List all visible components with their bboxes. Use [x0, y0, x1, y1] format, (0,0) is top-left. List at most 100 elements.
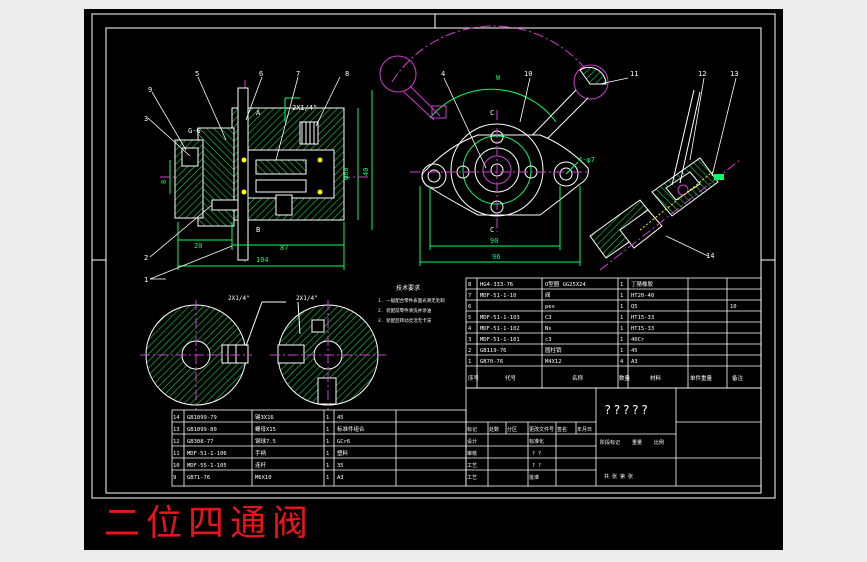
drawing-title: 二位四通阀: [104, 503, 315, 544]
bom-row-qty: 1: [620, 315, 623, 321]
bom-row-name: 钢球7.5: [255, 437, 276, 445]
bom-row-code: GB71-76: [187, 475, 210, 481]
tb-label-stage: 阶段标记: [600, 439, 620, 446]
bom-row-qty: 1: [326, 427, 329, 433]
tb-sheet: 共 张 第 张: [604, 473, 633, 480]
bom-row-qty: 1: [620, 326, 623, 332]
bom-row-mat: 40Cr: [631, 337, 645, 343]
tb-label-sign: 签名: [557, 426, 567, 433]
bom-row-qty: 1: [326, 475, 329, 481]
cad-drawing-sheet: G-G 2X1/4" 20 87 104 φ60 40 8 A B 90 96 …: [84, 9, 783, 550]
bom-row-mat: 塑料: [337, 449, 349, 457]
balloon-6: 6: [259, 70, 263, 78]
bom-row-name: 圆柱销: [545, 346, 562, 354]
bom-header-code: 代号: [505, 374, 517, 382]
bom-row-name: 阀: [545, 291, 551, 299]
bom-row-code: MDF-51-1-102: [480, 326, 520, 332]
bom-header-mat: 材料: [650, 374, 662, 382]
bom-row-mat: HT20-40: [631, 293, 654, 299]
bom-row-qty: 1: [326, 451, 329, 457]
bom-row-no: 13: [173, 427, 180, 433]
balloon-12: 12: [698, 70, 706, 78]
bom-row-name: C3: [545, 315, 552, 321]
bom-row-no: 11: [173, 451, 180, 457]
bom-row-qty: 1: [326, 415, 329, 421]
label-oil-port: G-G: [188, 127, 201, 135]
bom-header-remark: 备注: [732, 374, 744, 382]
bom-row-code: MDF-51-1-103: [480, 315, 520, 321]
tb-label-count: 处数: [489, 426, 499, 433]
notes-line-3: 3. 装配后转动灵活无卡滞: [378, 317, 432, 324]
balloon-8: 8: [345, 70, 349, 78]
bom-row-no: 10: [173, 463, 180, 469]
label-thread-right: 2X1/4": [296, 295, 318, 302]
bom-header-name: 名称: [572, 374, 584, 382]
dim-90: 90: [490, 237, 498, 245]
bom-row-qty: 1: [620, 337, 623, 343]
tb-label-process: 工艺: [467, 463, 477, 469]
balloon-5: 5: [195, 70, 199, 78]
bom-row-no: 7: [468, 293, 471, 299]
tb-qmarks-2: ? ?: [532, 463, 541, 469]
bom-row-code: MDF-51-1-101: [480, 337, 520, 343]
bom-row-mat: 45: [337, 415, 344, 421]
bom-row-no: 5: [468, 315, 471, 321]
bom-row-name: c3: [545, 337, 552, 343]
label-thread: 2X1/4": [292, 104, 317, 112]
bom-row-name: 螺母X15: [255, 425, 276, 433]
bom-row-no: 8: [468, 282, 471, 288]
balloon-7: 7: [296, 70, 300, 78]
bom-row-mat: HT15-33: [631, 315, 654, 321]
bom-row-name: 键3X16: [255, 413, 274, 421]
bom-row-qty: 1: [620, 293, 623, 299]
balloon-4: 4: [441, 70, 445, 78]
bom-row-code: MDF-55-1-105: [187, 463, 227, 469]
bom-row-mat: HT15-33: [631, 326, 654, 332]
tb-label-zone: 分区: [507, 426, 517, 433]
dim-8: 8: [160, 180, 168, 184]
bom-row-mat: 丁腈橡胶: [631, 280, 654, 288]
bom-row-no: 14: [173, 415, 180, 421]
bom-row-code: GB119-76: [480, 348, 507, 354]
dim-40: 40: [362, 168, 370, 176]
bom-row-code: MDF-51-1-10: [480, 293, 516, 299]
dim-holes: 4-φ7: [578, 156, 595, 164]
tb-label-design: 设计: [467, 438, 477, 445]
dim-87: 87: [280, 244, 288, 252]
notes-line-2: 2. 装配前零件清洗并涂油: [378, 307, 432, 314]
section-mark-c: C: [490, 109, 494, 117]
tb-label-mark: 标记: [467, 426, 477, 433]
balloon-14: 14: [706, 252, 714, 260]
balloon-1: 1: [144, 276, 148, 284]
tb-label-standard: 标准化: [529, 438, 544, 445]
bom-row-name: pes: [545, 304, 555, 310]
balloon-11: 11: [630, 70, 638, 78]
bom-header-weight: 单件重量: [690, 374, 713, 382]
balloon-13: 13: [730, 70, 738, 78]
bom-row-name: M4X12: [545, 359, 562, 365]
bom-row-mat: GCr6: [337, 439, 350, 445]
bom-row-name: O型圈 GG25X24: [545, 280, 586, 288]
bom-row-code: HG4-333-76: [480, 282, 513, 288]
tb-label-weight: 重量: [632, 439, 642, 446]
bom-row-qty: 1: [620, 348, 623, 354]
tb-qmarks-1: ? ?: [532, 451, 541, 457]
notes-title: 技术要求: [396, 284, 420, 292]
bom-row-code: GB1099-80: [187, 427, 217, 433]
bom-row-mat: Q5: [631, 304, 638, 310]
bom-row-code: MDF-51-1-106: [187, 451, 227, 457]
bom-row-qty: 1: [620, 304, 623, 310]
bom-row-no: 1: [468, 359, 471, 365]
section-mark-c2: C: [490, 226, 494, 234]
tb-label-approve: 批准: [529, 474, 539, 481]
bom-row-name: 连杆: [255, 461, 267, 469]
bom-row-mat: 标准件组合: [337, 425, 365, 433]
bom-row-mat: 45: [631, 348, 638, 354]
bom-row-remark: 10: [730, 304, 737, 310]
bom-row-no: 6: [468, 304, 471, 310]
bom-row-code: GB70-76: [480, 359, 503, 365]
dim-104: 104: [256, 256, 269, 264]
bom-row-no: 9: [173, 475, 176, 481]
bom-row-no: 12: [173, 439, 180, 445]
section-mark-b: B: [256, 226, 260, 234]
